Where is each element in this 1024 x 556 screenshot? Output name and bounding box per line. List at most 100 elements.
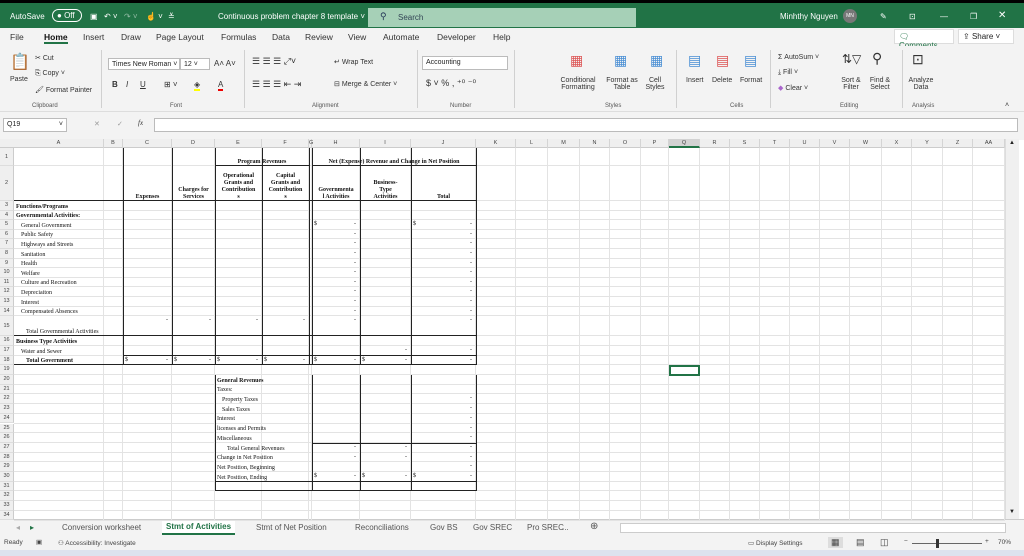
menu-automate[interactable]: Automate — [383, 32, 419, 42]
row-header-10[interactable]: 10 — [0, 268, 14, 278]
zoom-slider-thumb[interactable] — [935, 539, 939, 548]
close-icon[interactable]: ✕ — [998, 10, 1006, 21]
column-header-U[interactable]: U — [790, 139, 820, 148]
row-header-16[interactable]: 16 — [0, 336, 14, 346]
minimize-icon[interactable]: — — [940, 12, 948, 21]
row-header-23[interactable]: 23 — [0, 404, 14, 414]
vertical-scrollbar[interactable]: ▲ ▼ — [1005, 139, 1019, 519]
sheet-tab[interactable]: Stmt of Activities — [162, 520, 236, 535]
column-header-T[interactable]: T — [760, 139, 790, 148]
row-header-15[interactable]: 15 — [0, 316, 14, 337]
column-header-Y[interactable]: Y — [912, 139, 943, 148]
menu-review[interactable]: Review — [305, 32, 333, 42]
pen-icon[interactable]: ✎ — [880, 12, 887, 21]
bold-button[interactable]: B — [112, 80, 118, 89]
delete-cells-button[interactable]: Delete — [712, 77, 732, 84]
scroll-up-icon[interactable]: ▲ — [1009, 140, 1015, 146]
formula-input[interactable] — [154, 118, 1018, 132]
sheet-tab[interactable]: Pro SREC — [527, 523, 564, 532]
merge-center-button[interactable]: ⊟ Merge & Center ˅ — [334, 80, 397, 88]
borders-icon[interactable]: ⊞ ˅ — [164, 80, 178, 89]
row-header-13[interactable]: 13 — [0, 297, 14, 307]
menu-home[interactable]: Home — [44, 32, 68, 44]
row-header-19[interactable]: 19 — [0, 365, 14, 375]
row-header-8[interactable]: 8 — [0, 249, 14, 259]
row-header-26[interactable]: 26 — [0, 433, 14, 443]
increase-font-icon[interactable]: A˄ A˅ — [214, 59, 236, 68]
sheet-tab[interactable]: Stmt of Net Position — [256, 523, 327, 532]
format-as-table-button[interactable]: Format as Table — [604, 77, 640, 91]
row-header-34[interactable]: 34 — [0, 510, 14, 521]
menu-page-layout[interactable]: Page Layout — [156, 32, 204, 42]
row-header-27[interactable]: 27 — [0, 442, 14, 453]
column-header-A[interactable]: A — [14, 139, 104, 148]
autosum-button[interactable]: Σ AutoSum ˅ — [778, 54, 819, 61]
user-name[interactable]: Minhthy Nguyen — [780, 12, 838, 21]
touch-mode-icon[interactable]: ☝ ˅ — [146, 12, 163, 21]
row-header-33[interactable]: 33 — [0, 501, 14, 511]
sheet-tab[interactable]: ... — [562, 523, 569, 532]
menu-view[interactable]: View — [348, 32, 366, 42]
analyze-data-button[interactable]: Analyze Data — [906, 77, 936, 91]
column-header-O[interactable]: O — [610, 139, 641, 148]
redo-icon[interactable]: ↷ ˅ — [124, 12, 138, 21]
font-size-select[interactable]: 12 ˅ — [180, 58, 210, 70]
fill-color-icon[interactable]: ◈ — [194, 80, 201, 91]
comments-button[interactable]: 🗨 Comments — [894, 29, 954, 50]
row-header-9[interactable]: 9 — [0, 258, 14, 269]
undo-icon[interactable]: ↶ ˅ — [104, 12, 118, 21]
customize-qat-icon[interactable]: ≚ — [168, 12, 175, 21]
save-icon[interactable]: ▣ — [90, 12, 98, 21]
search-box[interactable]: ⚲ Search — [368, 8, 636, 27]
zoom-slider[interactable] — [912, 543, 982, 544]
display-settings-button[interactable]: ▭ Display Settings — [748, 539, 803, 547]
page-layout-view-icon[interactable]: ▤ — [856, 537, 865, 548]
column-header-P[interactable]: P — [641, 139, 669, 148]
horizontal-scrollbar[interactable] — [620, 523, 1006, 533]
share-button[interactable]: ⇪ Share ˅ — [958, 29, 1014, 44]
italic-button[interactable]: I — [126, 80, 128, 89]
column-header-X[interactable]: X — [882, 139, 912, 148]
macro-icon[interactable]: ▣ — [36, 538, 42, 546]
page-break-view-icon[interactable]: ◫ — [880, 537, 889, 548]
row-header-21[interactable]: 21 — [0, 384, 14, 395]
sheet-tab[interactable]: Gov SREC — [473, 523, 512, 532]
copy-button[interactable]: ⎘ Copy ˅ — [35, 70, 65, 78]
column-header-Q[interactable]: Q — [669, 139, 700, 148]
horizontal-align-icons[interactable]: ☰ ☰ ☰ ⇤ ⇥ — [252, 79, 301, 90]
sheet-tab[interactable]: Reconciliations — [355, 523, 409, 532]
add-sheet-icon[interactable]: ⊕ — [590, 521, 598, 532]
paste-icon[interactable]: 📋 — [10, 52, 30, 72]
format-cells-icon[interactable]: ▤ — [744, 52, 757, 69]
find-select-icon[interactable]: ⚲ — [872, 50, 882, 67]
row-header-12[interactable]: 12 — [0, 287, 14, 297]
zoom-out-icon[interactable]: − — [904, 538, 908, 545]
column-header-S[interactable]: S — [730, 139, 760, 148]
row-header-7[interactable]: 7 — [0, 239, 14, 249]
document-title[interactable]: Continuous problem chapter 8 template ˅ — [218, 12, 365, 21]
wrap-text-button[interactable]: ↵ Wrap Text — [334, 58, 373, 66]
menu-formulas[interactable]: Formulas — [221, 32, 256, 42]
menu-developer[interactable]: Developer — [437, 32, 476, 42]
row-header-18[interactable]: 18 — [0, 355, 14, 366]
insert-function-button[interactable]: fx — [138, 119, 143, 127]
font-color-icon[interactable]: A — [218, 80, 224, 91]
ribbon-display-icon[interactable]: ⊡ — [909, 12, 916, 21]
cell-styles-icon[interactable]: ▦ — [650, 52, 663, 69]
row-header-28[interactable]: 28 — [0, 452, 14, 463]
clear-button[interactable]: ◆ Clear ˅ — [778, 84, 808, 92]
restore-icon[interactable]: ❐ — [970, 12, 977, 21]
row-header-11[interactable]: 11 — [0, 277, 14, 288]
column-header-W[interactable]: W — [850, 139, 882, 148]
row-header-4[interactable]: 4 — [0, 210, 14, 221]
underline-button[interactable]: U — [140, 80, 146, 89]
column-header-E[interactable]: E — [215, 139, 262, 148]
cancel-icon[interactable]: ✕ — [94, 120, 100, 128]
tab-prev-icon[interactable]: ◂ — [16, 523, 20, 532]
row-header-22[interactable]: 22 — [0, 394, 14, 405]
selected-cell[interactable] — [669, 365, 700, 376]
row-header-25[interactable]: 25 — [0, 423, 14, 434]
cut-button[interactable]: ✂ Cut — [35, 54, 54, 62]
tab-next-icon[interactable]: ▸ — [30, 523, 34, 532]
analyze-data-icon[interactable]: ⊡ — [912, 51, 924, 68]
